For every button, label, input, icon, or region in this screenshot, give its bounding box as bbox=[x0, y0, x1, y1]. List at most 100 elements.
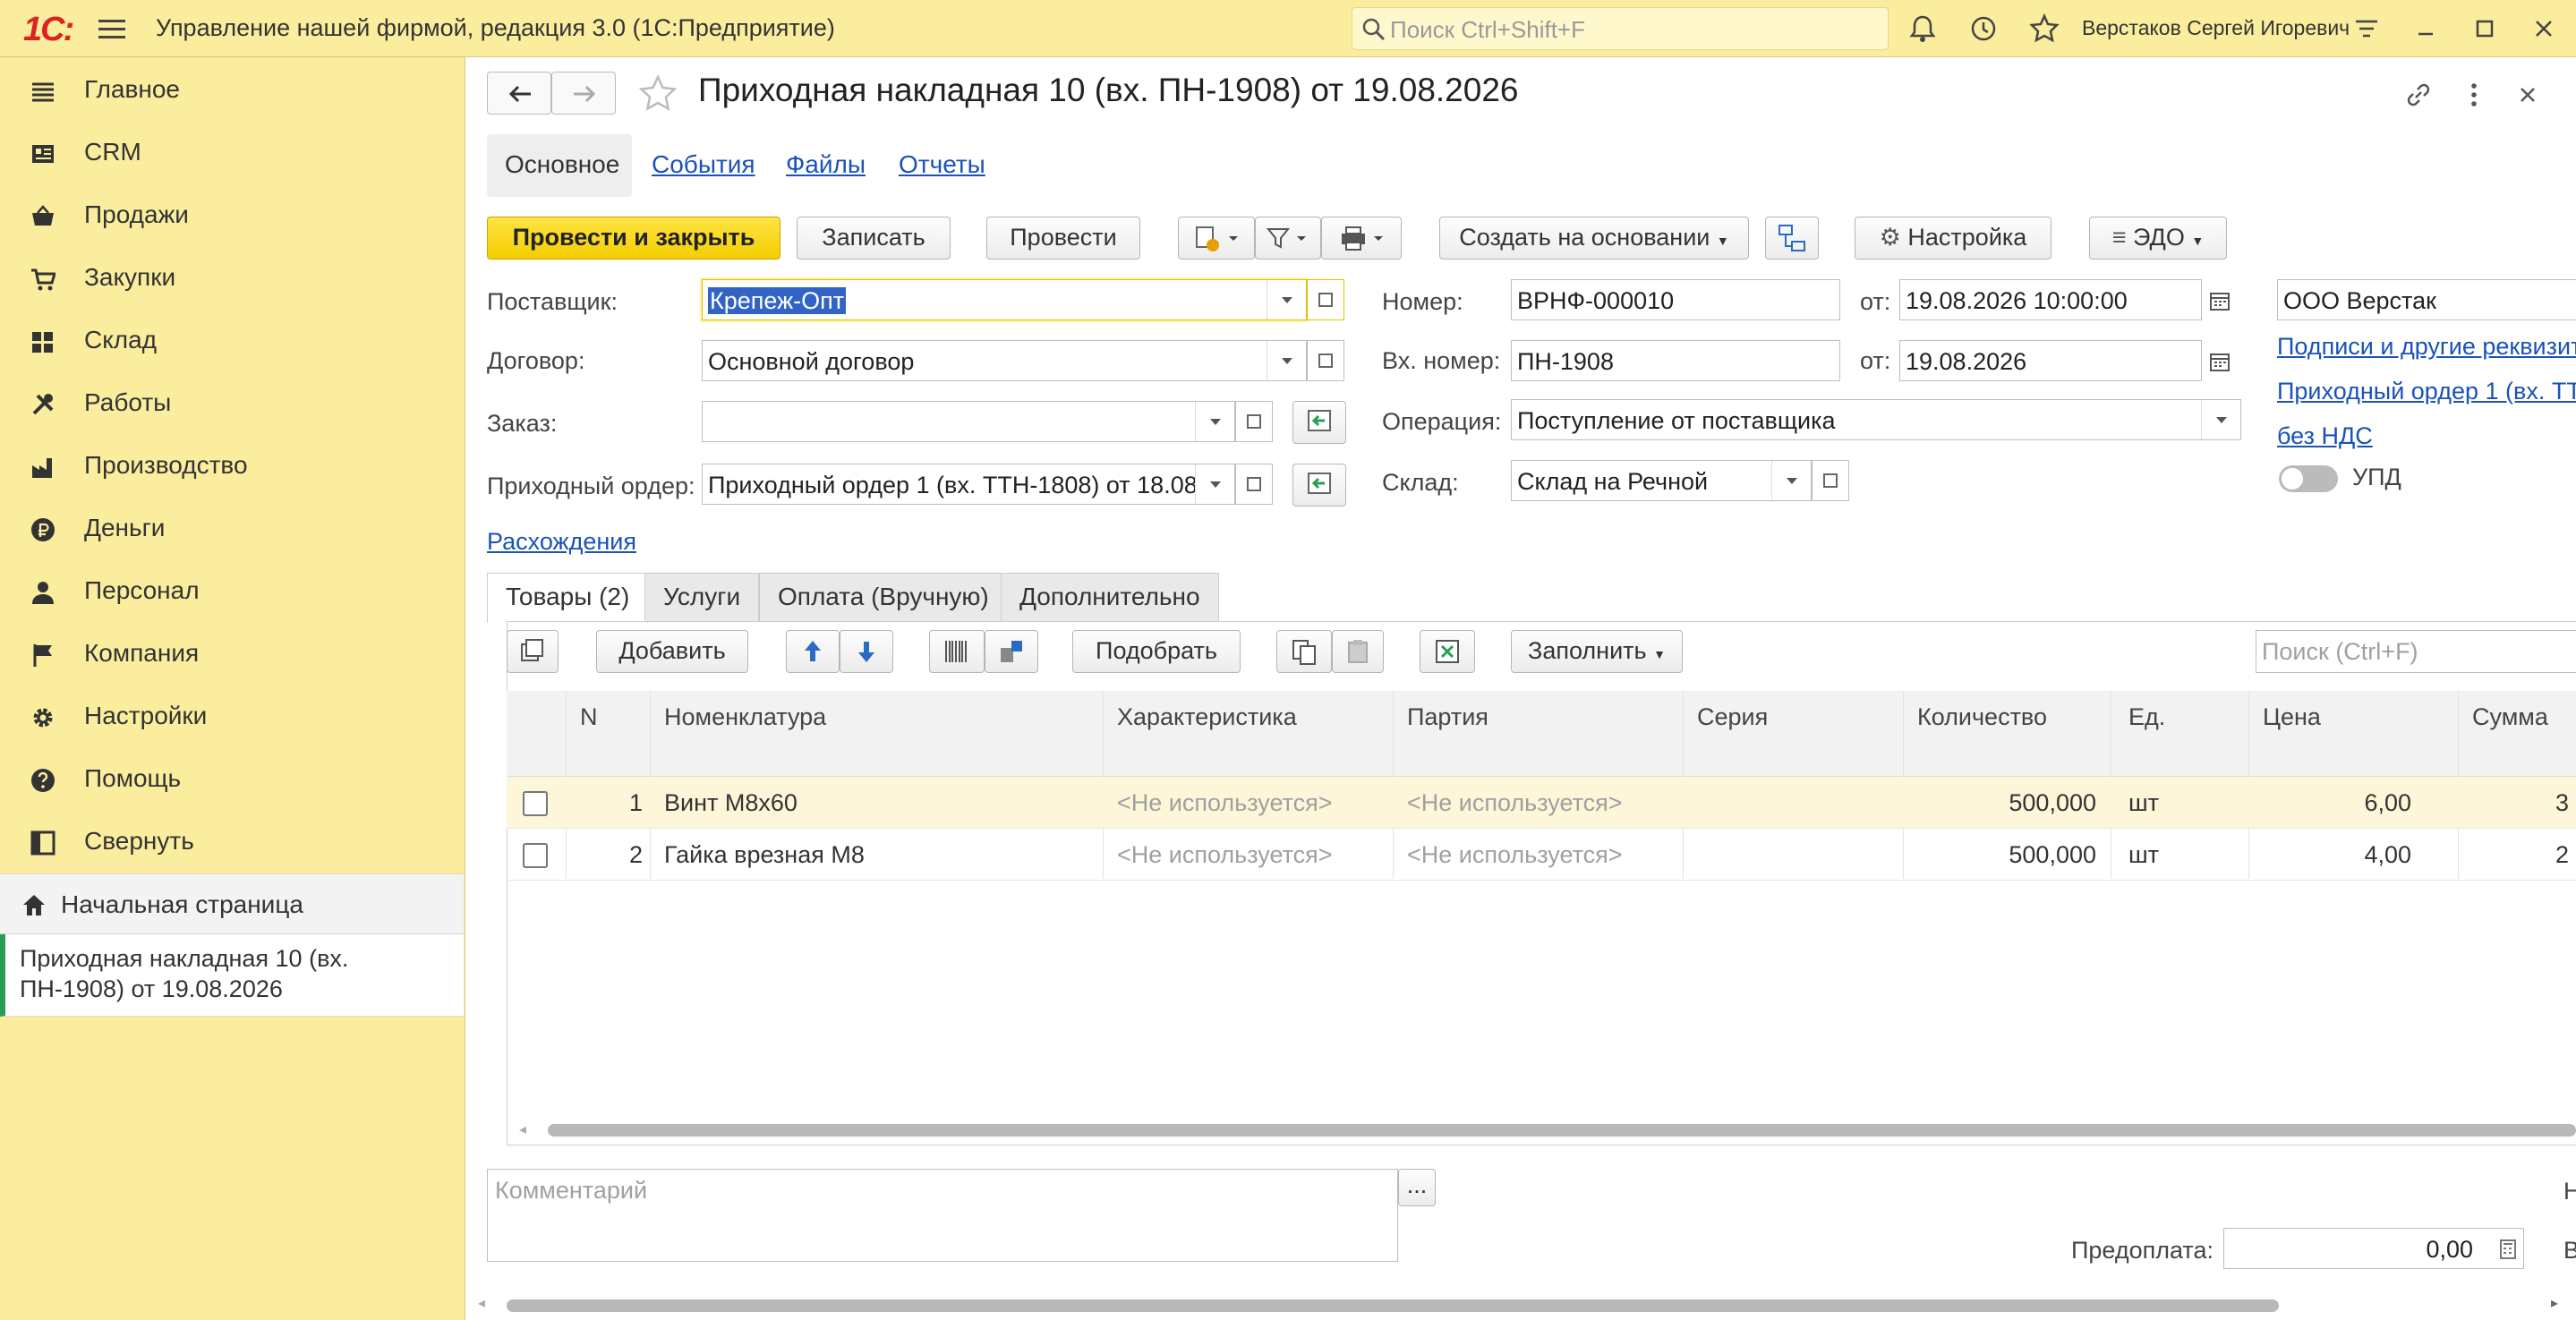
operation-field[interactable]: Поступление от поставщика bbox=[1511, 399, 2241, 440]
copy-clipboard-button[interactable] bbox=[1276, 630, 1332, 673]
scroll-left-icon[interactable]: ◂ bbox=[478, 1294, 485, 1312]
order-field[interactable] bbox=[702, 401, 1235, 442]
row-checkbox[interactable] bbox=[523, 791, 548, 816]
comment-field[interactable]: Комментарий bbox=[487, 1169, 1398, 1262]
open-contract-button[interactable] bbox=[1307, 340, 1344, 381]
tab-reports[interactable]: Отчеты bbox=[899, 150, 985, 179]
comment-expand-button[interactable]: ... bbox=[1398, 1169, 1436, 1206]
more-vertical-icon[interactable] bbox=[2456, 77, 2492, 113]
chevron-down-icon[interactable] bbox=[1267, 341, 1306, 380]
chevron-down-icon[interactable] bbox=[1267, 280, 1306, 319]
post-and-close-button[interactable]: Провести и закрыть bbox=[487, 217, 780, 260]
table-horizontal-scrollbar[interactable] bbox=[548, 1124, 2576, 1137]
scroll-left-icon[interactable]: ◂ bbox=[519, 1120, 526, 1138]
open-window-item[interactable]: Приходная накладная 10 (вх. ПН-1908) от … bbox=[0, 934, 464, 1017]
edo-button[interactable]: ≡ ЭДО ▼ bbox=[2089, 217, 2227, 260]
favorites-star-icon[interactable] bbox=[2028, 13, 2060, 45]
chevron-down-icon[interactable] bbox=[1771, 461, 1811, 500]
calendar-icon[interactable] bbox=[2207, 349, 2232, 374]
link-icon[interactable] bbox=[2401, 77, 2436, 113]
minimize-icon[interactable] bbox=[2410, 13, 2442, 45]
filter-lines-icon[interactable] bbox=[2350, 13, 2383, 45]
sidebar-item-purchases[interactable]: Закупки bbox=[0, 247, 465, 308]
column-header-quantity[interactable]: Количество bbox=[1917, 703, 2047, 731]
tab-goods[interactable]: Товары (2) bbox=[487, 573, 649, 623]
copy-rows-button[interactable] bbox=[507, 630, 559, 673]
tab-main[interactable]: Основное bbox=[487, 134, 632, 197]
history-icon[interactable] bbox=[1967, 13, 2000, 45]
sidebar-item-personnel[interactable]: Персонал bbox=[0, 560, 465, 621]
pick-button[interactable]: Подобрать bbox=[1072, 630, 1241, 673]
tab-files[interactable]: Файлы bbox=[786, 150, 866, 179]
contract-field[interactable]: Основной договор bbox=[702, 340, 1307, 381]
scroll-right-icon[interactable]: ▸ bbox=[2551, 1294, 2558, 1312]
save-button[interactable]: Записать bbox=[797, 217, 951, 260]
tab-additional[interactable]: Дополнительно bbox=[1001, 573, 1219, 621]
supplier-field[interactable]: Крепеж-Опт bbox=[702, 279, 1307, 320]
user-name[interactable]: Верстаков Сергей Игоревич bbox=[2082, 16, 2350, 40]
open-supplier-button[interactable] bbox=[1307, 279, 1344, 320]
date-field[interactable]: 19.08.2026 10:00:00 bbox=[1899, 279, 2202, 320]
column-header-price[interactable]: Цена bbox=[2263, 703, 2321, 731]
company-field[interactable]: ООО Верстак bbox=[2277, 279, 2576, 320]
receipt-order-link[interactable]: Приходный ордер 1 (вх. ТТ bbox=[2277, 378, 2576, 405]
chevron-down-icon[interactable] bbox=[1195, 402, 1234, 441]
chevron-down-icon[interactable] bbox=[2201, 400, 2240, 439]
discrepancies-link[interactable]: Расхождения bbox=[487, 528, 636, 556]
sidebar-item-works[interactable]: Работы bbox=[0, 372, 465, 433]
upd-toggle[interactable] bbox=[2279, 465, 2338, 492]
structure-button[interactable] bbox=[1765, 217, 1819, 260]
column-header-sum[interactable]: Сумма bbox=[2472, 703, 2548, 731]
back-button[interactable] bbox=[487, 72, 551, 115]
column-header-series[interactable]: Серия bbox=[1697, 703, 1768, 731]
calendar-icon[interactable] bbox=[2207, 288, 2232, 313]
sidebar-item-production[interactable]: Производство bbox=[0, 435, 465, 496]
table-search-input[interactable]: Поиск (Ctrl+F) bbox=[2256, 630, 2576, 673]
add-row-button[interactable]: Добавить bbox=[596, 630, 748, 673]
close-document-icon[interactable] bbox=[2510, 77, 2546, 113]
move-down-button[interactable] bbox=[840, 630, 893, 673]
home-page-link[interactable]: Начальная страница bbox=[0, 873, 464, 934]
menu-icon[interactable] bbox=[98, 20, 125, 39]
fill-from-order-button[interactable] bbox=[1292, 401, 1346, 444]
column-header-batch[interactable]: Партия bbox=[1407, 703, 1488, 731]
form-horizontal-scrollbar[interactable] bbox=[507, 1299, 2279, 1312]
in-date-field[interactable]: 19.08.2026 bbox=[1899, 340, 2202, 381]
calculator-icon[interactable] bbox=[2495, 1237, 2521, 1262]
table-row[interactable]: 2 Гайка врезная М8 <Не используется> <Не… bbox=[507, 829, 2576, 881]
chevron-down-icon[interactable] bbox=[1195, 464, 1234, 504]
bell-icon[interactable] bbox=[1906, 13, 1939, 45]
tab-payment[interactable]: Оплата (Вручную) bbox=[759, 573, 1008, 621]
table-row[interactable]: 1 Винт М8х60 <Не используется> <Не испол… bbox=[507, 777, 2576, 829]
open-order-button[interactable] bbox=[1235, 401, 1273, 442]
excel-import-button[interactable] bbox=[1420, 630, 1475, 673]
column-header-item[interactable]: Номенклатура bbox=[664, 703, 826, 731]
sidebar-item-warehouse[interactable]: Склад bbox=[0, 310, 465, 370]
sidebar-item-crm[interactable]: CRM bbox=[0, 122, 465, 183]
column-header-characteristic[interactable]: Характеристика bbox=[1117, 703, 1297, 731]
close-window-icon[interactable] bbox=[2528, 13, 2560, 45]
open-warehouse-button[interactable] bbox=[1812, 460, 1849, 501]
move-up-button[interactable] bbox=[786, 630, 840, 673]
barcode-button[interactable] bbox=[929, 630, 985, 673]
column-header-n[interactable]: N bbox=[580, 703, 598, 731]
sidebar-item-company[interactable]: Компания bbox=[0, 623, 465, 684]
scanner-button[interactable] bbox=[985, 630, 1038, 673]
signatures-link[interactable]: Подписи и другие реквизит bbox=[2277, 333, 2576, 361]
sidebar-item-sales[interactable]: Продажи bbox=[0, 184, 465, 245]
tab-events[interactable]: События bbox=[652, 150, 755, 179]
maximize-icon[interactable] bbox=[2469, 13, 2501, 45]
fill-button[interactable]: Заполнить ▼ bbox=[1511, 630, 1683, 673]
prepayment-field[interactable]: 0,00 bbox=[2223, 1228, 2524, 1269]
favorite-star-icon[interactable] bbox=[637, 73, 678, 115]
print-button[interactable] bbox=[1321, 217, 1402, 260]
create-based-on-button[interactable]: Создать на основании ▼ bbox=[1439, 217, 1749, 260]
global-search-input[interactable]: Поиск Ctrl+Shift+F bbox=[1352, 7, 1889, 50]
sidebar-item-money[interactable]: Деньги bbox=[0, 498, 465, 558]
sidebar-item-main[interactable]: Главное bbox=[0, 59, 465, 120]
sidebar-item-settings[interactable]: Настройки bbox=[0, 686, 465, 746]
document-journal-button[interactable] bbox=[1178, 217, 1255, 260]
number-field[interactable]: ВРНФ-000010 bbox=[1511, 279, 1840, 320]
sidebar-item-help[interactable]: Помощь bbox=[0, 748, 465, 809]
receipt-order-field[interactable]: Приходный ордер 1 (вх. ТТН-1808) от 18.0… bbox=[702, 464, 1235, 505]
